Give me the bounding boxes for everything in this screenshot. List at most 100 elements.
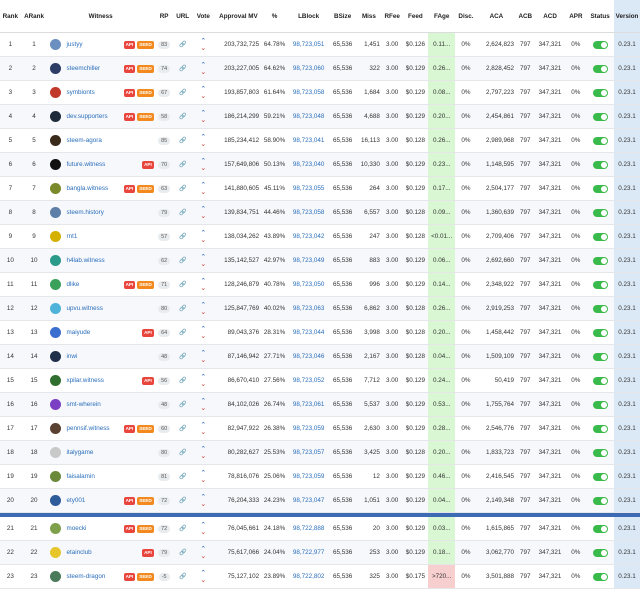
status-toggle[interactable] <box>592 256 608 265</box>
chevron-up-icon[interactable]: ⌃ <box>200 182 206 189</box>
witness-link[interactable]: dlike <box>66 281 121 288</box>
status-toggle[interactable] <box>592 232 608 241</box>
status-toggle[interactable] <box>592 112 608 121</box>
chevron-down-icon[interactable]: ⌄ <box>200 117 206 124</box>
witness-link[interactable]: steem.history <box>66 209 153 216</box>
chevron-up-icon[interactable]: ⌃ <box>200 110 206 117</box>
chevron-down-icon[interactable]: ⌄ <box>200 237 206 244</box>
lblock-cell[interactable]: 98,723,058 <box>287 80 330 105</box>
lblock-cell[interactable]: 98,723,059 <box>287 416 330 441</box>
witness-link[interactable]: ety001 <box>66 497 121 504</box>
status-toggle[interactable] <box>592 448 608 457</box>
lblock-cell[interactable]: 98,723,051 <box>287 32 330 57</box>
witness-link[interactable]: steem-dragon <box>66 573 121 580</box>
witness-link[interactable]: moecki <box>66 525 121 532</box>
avatar[interactable] <box>50 39 62 50</box>
status-toggle[interactable] <box>592 352 608 361</box>
link-icon[interactable]: 🔗 <box>179 137 186 144</box>
witness-link[interactable]: inwi <box>66 353 153 360</box>
link-icon[interactable]: 🔗 <box>179 329 186 336</box>
column-header-rp[interactable]: RP <box>153 0 175 33</box>
chevron-down-icon[interactable]: ⌄ <box>200 165 206 172</box>
witness-link[interactable]: faisalamin <box>66 473 153 480</box>
status-toggle[interactable] <box>592 572 608 581</box>
link-icon[interactable]: 🔗 <box>179 89 186 96</box>
chevron-up-icon[interactable]: ⌃ <box>200 374 206 381</box>
lblock-cell[interactable]: 98,723,042 <box>287 224 330 249</box>
status-toggle[interactable] <box>592 376 608 385</box>
chevron-up-icon[interactable]: ⌃ <box>200 446 206 453</box>
avatar[interactable] <box>50 447 62 458</box>
witness-link[interactable]: rnt1 <box>66 233 153 240</box>
chevron-down-icon[interactable]: ⌄ <box>200 213 206 220</box>
avatar[interactable] <box>50 375 62 386</box>
link-icon[interactable]: 🔗 <box>179 233 186 240</box>
link-icon[interactable]: 🔗 <box>179 41 186 48</box>
column-header-vote[interactable]: Vote <box>190 0 216 33</box>
column-header-approval-mv[interactable]: Approval MV <box>215 0 262 33</box>
status-toggle[interactable] <box>592 548 608 557</box>
status-toggle[interactable] <box>592 280 608 289</box>
chevron-down-icon[interactable]: ⌄ <box>200 501 206 508</box>
witness-link[interactable]: steem-agora <box>66 137 153 144</box>
lblock-cell[interactable]: 98,723,059 <box>287 464 330 489</box>
link-icon[interactable]: 🔗 <box>179 161 186 168</box>
witness-link[interactable]: symbionts <box>66 89 121 96</box>
chevron-up-icon[interactable]: ⌃ <box>200 158 206 165</box>
chevron-down-icon[interactable]: ⌄ <box>200 93 206 100</box>
column-header-acd[interactable]: ACD <box>534 0 566 33</box>
chevron-down-icon[interactable]: ⌄ <box>200 577 206 584</box>
column-header-arank[interactable]: ARank <box>20 0 48 33</box>
witness-link[interactable]: dev.supporters <box>66 113 121 120</box>
witness-link[interactable]: bangla.witness <box>66 185 121 192</box>
chevron-up-icon[interactable]: ⌃ <box>200 230 206 237</box>
chevron-down-icon[interactable]: ⌄ <box>200 189 206 196</box>
chevron-down-icon[interactable]: ⌄ <box>200 285 206 292</box>
lblock-cell[interactable]: 98,723,057 <box>287 440 330 465</box>
chevron-up-icon[interactable]: ⌃ <box>200 62 206 69</box>
lblock-cell[interactable]: 98,722,802 <box>287 564 330 589</box>
chevron-down-icon[interactable]: ⌄ <box>200 405 206 412</box>
chevron-up-icon[interactable]: ⌃ <box>200 302 206 309</box>
column-header-fage[interactable]: FAge <box>428 0 456 33</box>
avatar[interactable] <box>50 399 62 410</box>
chevron-up-icon[interactable]: ⌃ <box>200 570 206 577</box>
avatar[interactable] <box>50 183 62 194</box>
witness-link[interactable]: upvu.witness <box>66 305 153 312</box>
chevron-up-icon[interactable]: ⌃ <box>200 326 206 333</box>
chevron-up-icon[interactable]: ⌃ <box>200 278 206 285</box>
witness-link[interactable]: maiyude <box>66 329 140 336</box>
link-icon[interactable]: 🔗 <box>179 449 186 456</box>
avatar[interactable] <box>50 327 62 338</box>
chevron-down-icon[interactable]: ⌄ <box>200 309 206 316</box>
link-icon[interactable]: 🔗 <box>179 65 186 72</box>
chevron-down-icon[interactable]: ⌄ <box>200 477 206 484</box>
link-icon[interactable]: 🔗 <box>179 353 186 360</box>
lblock-cell[interactable]: 98,723,052 <box>287 368 330 393</box>
witness-link[interactable]: italygame <box>66 449 153 456</box>
column-header-status[interactable]: Status <box>586 0 615 33</box>
chevron-up-icon[interactable]: ⌃ <box>200 254 206 261</box>
chevron-down-icon[interactable]: ⌄ <box>200 529 206 536</box>
lblock-cell[interactable]: 98,722,888 <box>287 517 330 541</box>
column-header-url[interactable]: URL <box>174 0 191 33</box>
avatar[interactable] <box>50 571 62 582</box>
status-toggle[interactable] <box>592 328 608 337</box>
chevron-up-icon[interactable]: ⌃ <box>200 86 206 93</box>
status-toggle[interactable] <box>592 160 608 169</box>
avatar[interactable] <box>50 135 62 146</box>
chevron-up-icon[interactable]: ⌃ <box>200 522 206 529</box>
column-header-rank[interactable]: Rank <box>0 0 21 33</box>
chevron-down-icon[interactable]: ⌄ <box>200 141 206 148</box>
avatar[interactable] <box>50 303 62 314</box>
column-header-acb[interactable]: ACB <box>516 0 535 33</box>
avatar[interactable] <box>50 471 62 482</box>
avatar[interactable] <box>50 279 62 290</box>
lblock-cell[interactable]: 98,723,046 <box>287 344 330 369</box>
link-icon[interactable]: 🔗 <box>179 473 186 480</box>
lblock-cell[interactable]: 98,723,055 <box>287 176 330 201</box>
status-toggle[interactable] <box>592 472 608 481</box>
link-icon[interactable]: 🔗 <box>179 209 186 216</box>
avatar[interactable] <box>50 351 62 362</box>
status-toggle[interactable] <box>592 136 608 145</box>
